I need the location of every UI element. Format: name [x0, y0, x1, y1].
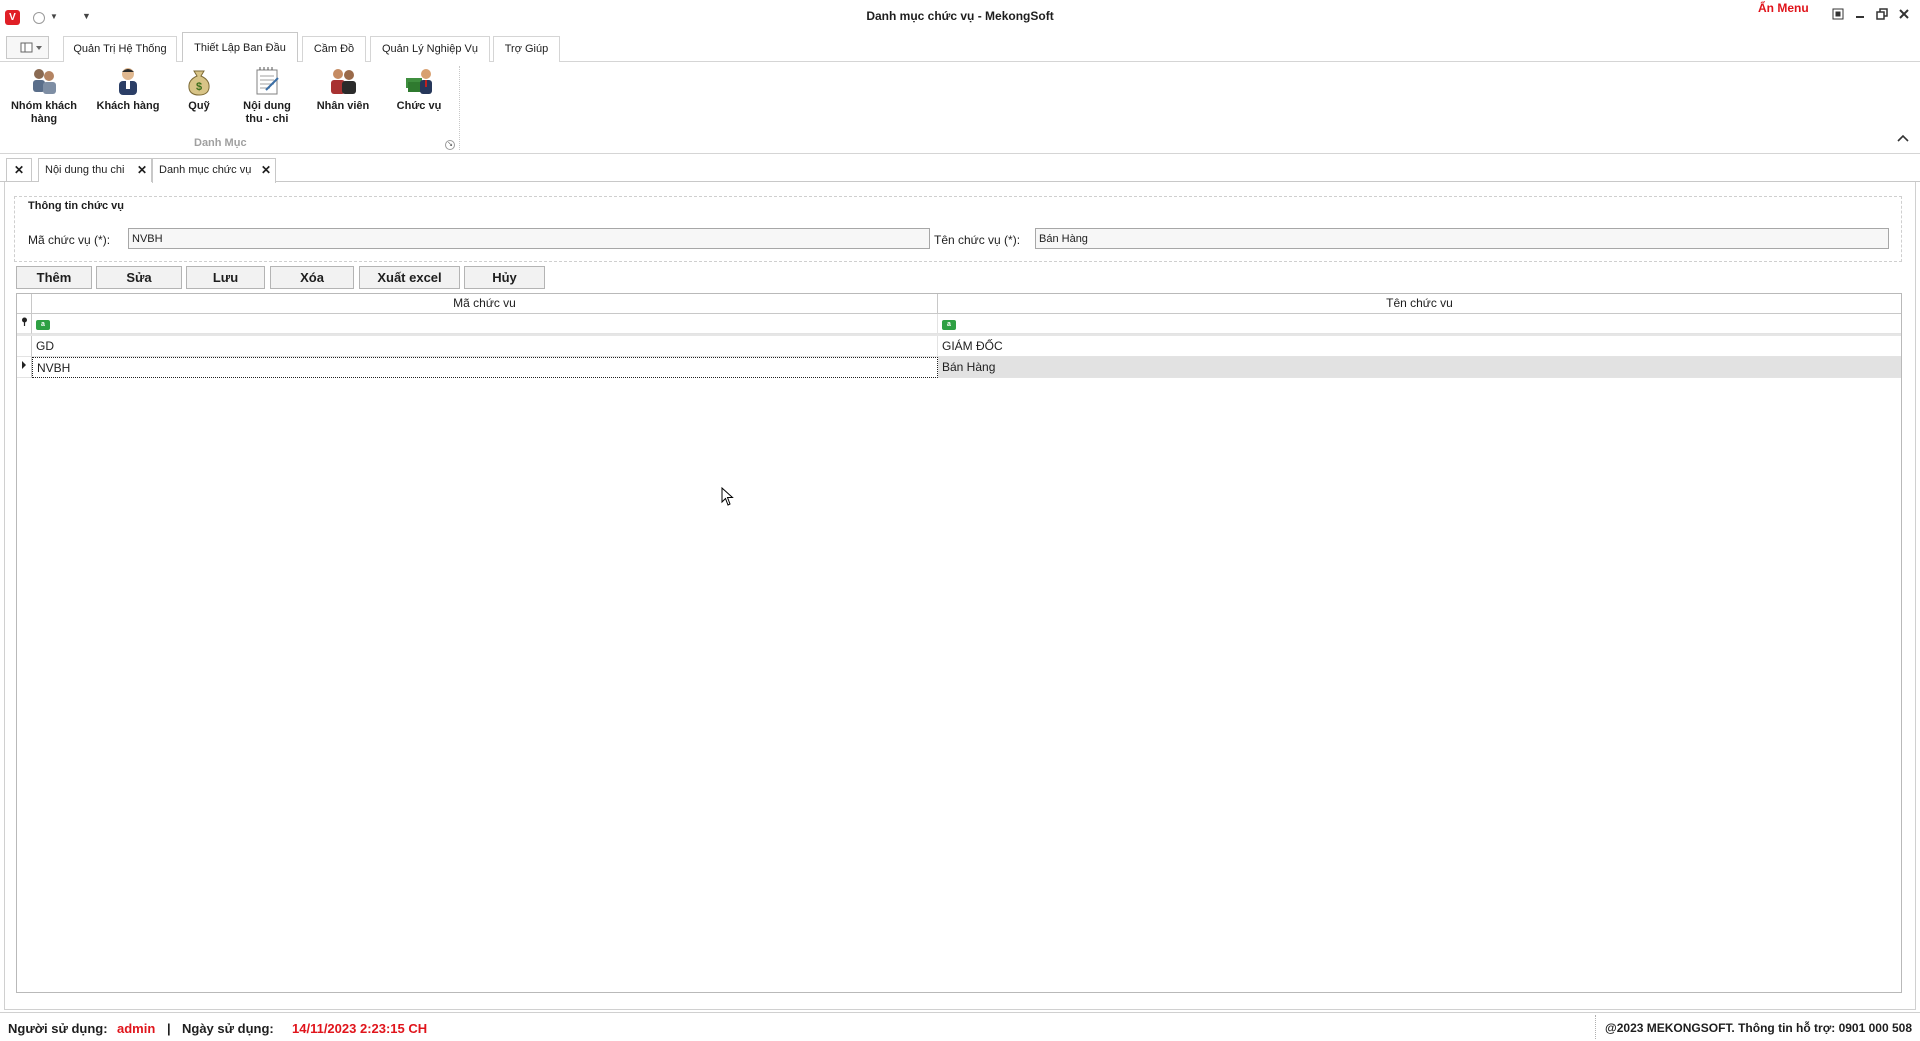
money-bag-icon: $ [188, 70, 210, 96]
customer-group-label: Nhóm khách hàng [10, 100, 77, 125]
tab-position-catalog-label: Danh mục chức vụ [159, 164, 252, 176]
svg-text:$: $ [196, 81, 202, 93]
position-name-label: Tên chức vụ (*): [934, 233, 1021, 247]
window-title: Danh mục chức vụ - MekongSoft [866, 9, 1054, 23]
customer-icon [119, 68, 137, 95]
table-cell-name[interactable]: GIÁM ĐỐC [938, 336, 1901, 357]
position-code-label: Mã chức vụ (*): [28, 233, 111, 247]
title-bar: V ▼ ▼ Danh mục chức vụ - MekongSoft Ẩn M… [0, 0, 1920, 30]
document-tab-bar: ✕ Nội dung thu chi ✕ Danh mục chức vụ ✕ [0, 158, 1920, 183]
restore-icon[interactable] [1874, 8, 1890, 24]
ribbon-tab-initial-setup[interactable]: Thiết Lập Ban Đầu [182, 32, 298, 63]
group-dialog-launcher-icon[interactable]: ↘ [445, 140, 455, 150]
table-cell-code-focused[interactable]: NVBH [32, 357, 938, 378]
tab-close-icon[interactable]: ✕ [137, 159, 147, 181]
edit-button[interactable]: Sửa [96, 266, 182, 289]
delete-button[interactable]: Xóa [270, 266, 354, 289]
customer-label: Khách hàng [96, 100, 160, 112]
row-indicator[interactable] [17, 336, 32, 357]
status-divider [1595, 1015, 1596, 1039]
position-icon [406, 69, 432, 94]
filter-condition-icon[interactable]: a [942, 319, 956, 330]
status-bar: Người sử dụng: admin | Ngày sử dụng: 14/… [0, 1012, 1920, 1041]
close-all-tabs-icon[interactable]: ✕ [6, 158, 32, 182]
fund-button[interactable]: $ Quỹ [178, 66, 220, 113]
current-row-indicator-icon[interactable] [17, 357, 32, 378]
filter-cell-code[interactable]: a [32, 314, 938, 334]
date-value: 14/11/2023 2:23:15 CH [292, 1021, 428, 1036]
grid-header-name[interactable]: Tên chức vu [938, 294, 1901, 314]
status-separator: | [167, 1021, 171, 1036]
export-excel-button[interactable]: Xuất excel [359, 266, 460, 289]
application-menu-button[interactable] [6, 36, 49, 59]
ribbon-tab-pawn[interactable]: Cầm Đồ [302, 36, 366, 62]
table-cell-code[interactable]: GD [32, 336, 938, 357]
save-button[interactable]: Lưu [186, 266, 265, 289]
ribbon-tab-operations[interactable]: Quản Lý Nghiệp Vụ [370, 36, 490, 62]
ribbon-panel: Nhóm khách hàng Khách hàng $ Quỹ Nội dun… [0, 62, 1920, 154]
ribbon-group-label: Danh Mục [194, 137, 247, 149]
add-button[interactable]: Thêm [16, 266, 92, 289]
position-grid[interactable]: Mã chức vu Tên chức vu a a GD GIÁM ĐỐC N… [16, 293, 1902, 993]
tab-income-expense-label: Nội dung thu chi [45, 164, 125, 176]
table-cell-name-selected[interactable]: Bán Hàng [938, 357, 1901, 378]
tab-income-expense[interactable]: Nội dung thu chi ✕ [38, 158, 152, 182]
customer-group-button[interactable]: Nhóm khách hàng [6, 66, 82, 126]
position-code-input[interactable] [128, 228, 930, 249]
copyright-text: @2023 MEKONGSOFT. Thông tin hỗ trợ: 0901… [1605, 1021, 1912, 1035]
fund-label: Quỹ [188, 100, 210, 112]
ribbon-tab-help[interactable]: Trợ Giúp [493, 36, 560, 62]
staff-icon [331, 69, 356, 94]
filter-condition-icon[interactable]: a [36, 319, 50, 330]
position-button[interactable]: Chức vụ [392, 66, 446, 113]
date-label: Ngày sử dụng: [182, 1021, 274, 1036]
user-label: Người sử dụng: [8, 1021, 108, 1036]
hide-menu-link[interactable]: Ẩn Menu [1758, 1, 1809, 15]
minimize-icon[interactable] [1852, 8, 1868, 24]
position-info-title: Thông tin chức vụ [28, 200, 124, 212]
mouse-cursor-icon [721, 486, 735, 510]
ribbon-tab-bar: Quản Trị Hệ Thống Thiết Lập Ban Đầu Cầm … [0, 30, 1920, 63]
staff-label: Nhân viên [316, 100, 370, 112]
staff-button[interactable]: Nhân viên [310, 66, 376, 113]
collapse-ribbon-icon[interactable] [1897, 134, 1909, 145]
filter-cell-name[interactable]: a [938, 314, 1901, 334]
notepad-icon [256, 67, 279, 95]
customer-button[interactable]: Khách hàng [90, 66, 166, 113]
position-label: Chức vụ [396, 100, 442, 112]
position-name-input[interactable] [1035, 228, 1889, 249]
tab-close-icon[interactable]: ✕ [261, 159, 271, 181]
close-icon[interactable] [1896, 8, 1912, 24]
user-value: admin [117, 1021, 156, 1036]
income-expense-content-label: Nội dung thu - chi [243, 100, 291, 125]
cancel-button[interactable]: Hủy [464, 266, 545, 289]
tab-position-catalog[interactable]: Danh mục chức vụ ✕ [152, 158, 276, 183]
ribbon-tab-system[interactable]: Quản Trị Hệ Thống [63, 36, 177, 62]
filter-row-indicator-icon [17, 314, 32, 334]
grid-corner-cell [17, 294, 32, 314]
ribbon-group-separator [459, 66, 460, 150]
fullscreen-icon[interactable] [1830, 8, 1846, 24]
grid-header-code[interactable]: Mã chức vu [32, 294, 938, 314]
customer-group-icon [33, 69, 56, 94]
income-expense-content-button[interactable]: Nội dung thu - chi [238, 66, 296, 126]
